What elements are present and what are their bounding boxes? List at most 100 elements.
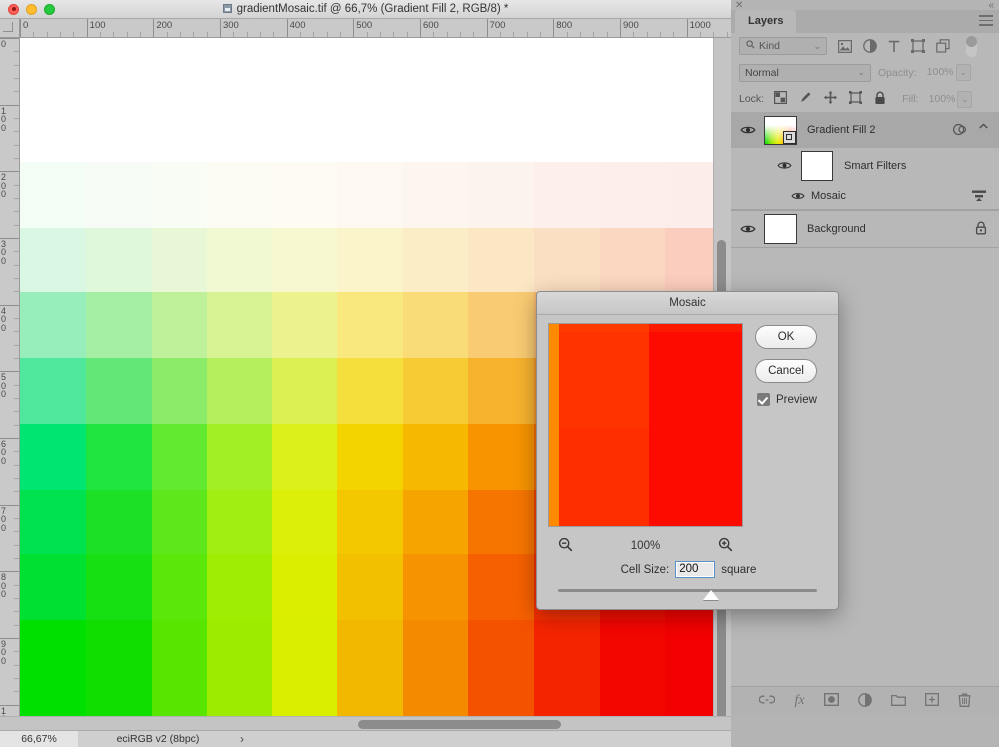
layer-name[interactable]: Background (807, 223, 866, 235)
fill-value[interactable]: 100% (922, 91, 955, 108)
opacity-value[interactable]: 100% (921, 64, 954, 81)
mosaic-cell (20, 358, 86, 424)
mosaic-cell (272, 292, 337, 358)
chevron-down-icon[interactable]: ⌄ (857, 67, 865, 78)
type-filter-icon[interactable] (888, 40, 900, 53)
mosaic-cell (272, 162, 337, 228)
ruler-label: 500 (356, 21, 372, 31)
zoom-window-button[interactable] (44, 4, 55, 15)
preview-checkbox-row[interactable]: Preview (757, 393, 817, 406)
lock-image-pixels-icon[interactable] (799, 91, 812, 107)
preview-checkbox[interactable] (757, 393, 770, 406)
mosaic-cell (20, 620, 86, 730)
mosaic-cell (468, 292, 534, 358)
eye-icon[interactable] (740, 122, 756, 138)
mosaic-cell (20, 38, 86, 162)
link-layers-icon[interactable] (759, 694, 775, 709)
document-titlebar: gradientMosaic.tif @ 66,7% (Gradient Fil… (0, 0, 731, 19)
layer-name[interactable]: Gradient Fill 2 (807, 124, 875, 136)
zoom-out-icon[interactable] (558, 537, 573, 555)
slider-knob[interactable] (703, 590, 719, 600)
filter-mask-icon[interactable] (953, 123, 967, 139)
cell-size-slider[interactable] (558, 586, 817, 600)
vertical-ruler[interactable]: 0100200300400500600700800900100011001200… (0, 38, 20, 730)
mosaic-cell (207, 554, 272, 620)
lock-all-icon[interactable] (874, 91, 886, 108)
zoom-in-icon[interactable] (718, 537, 733, 555)
new-group-icon[interactable] (891, 694, 906, 709)
layer-row-background[interactable]: Background (731, 210, 999, 248)
lock-icons (774, 91, 886, 108)
mosaic-cell (468, 424, 534, 490)
mosaic-cell (600, 162, 665, 228)
mosaic-cell (20, 292, 86, 358)
new-layer-icon[interactable] (925, 693, 939, 709)
layer-row-smart-filters[interactable]: Smart Filters (731, 148, 999, 184)
mosaic-cell (207, 292, 272, 358)
zoom-level-field[interactable]: 66,67% (0, 731, 78, 747)
filter-enable-toggle[interactable] (966, 36, 977, 57)
smartobject-filter-icon[interactable] (936, 39, 950, 53)
mosaic-cell (86, 358, 152, 424)
mosaic-cell (665, 38, 717, 162)
document-file-icon (223, 4, 232, 13)
filter-blending-options-icon[interactable] (971, 189, 987, 207)
ruler-tick (487, 19, 488, 38)
lock-transparent-pixels-icon[interactable] (774, 91, 787, 107)
opacity-chevron-down-icon[interactable]: ⌄ (956, 64, 971, 81)
blend-mode-select[interactable]: Normal ⌄ (739, 64, 871, 82)
horizontal-scrollbar-thumb[interactable] (358, 720, 561, 729)
mosaic-cell (534, 620, 600, 730)
lock-icon[interactable] (975, 221, 987, 238)
eye-icon[interactable] (777, 158, 793, 174)
cancel-button[interactable]: Cancel (755, 359, 817, 383)
eye-icon[interactable] (740, 221, 756, 237)
ruler-corner[interactable] (0, 19, 20, 38)
fill-chevron-down-icon[interactable]: ⌄ (957, 91, 972, 108)
layer-thumbnail-gradient[interactable] (764, 116, 797, 145)
mosaic-cell (207, 228, 272, 292)
layer-name[interactable]: Smart Filters (844, 160, 906, 172)
mosaic-cell (86, 424, 152, 490)
ok-button[interactable]: OK (755, 325, 817, 349)
mosaic-cell (152, 292, 207, 358)
new-adjustment-layer-icon[interactable] (858, 693, 872, 710)
mosaic-cell (468, 490, 534, 554)
close-window-button[interactable] (8, 4, 19, 15)
adjustment-filter-icon[interactable] (863, 39, 877, 53)
lock-position-icon[interactable] (824, 91, 837, 107)
shape-filter-icon[interactable] (911, 39, 925, 53)
mosaic-cell (337, 228, 403, 292)
minimize-window-button[interactable] (26, 4, 37, 15)
layer-row-mosaic-filter[interactable]: Mosaic (731, 184, 999, 210)
layer-name[interactable]: Mosaic (811, 190, 846, 202)
panel-menu-icon[interactable] (979, 15, 993, 27)
lock-artboard-icon[interactable] (849, 91, 862, 107)
collapse-chevron-icon[interactable] (978, 121, 989, 135)
tab-layers[interactable]: Layers (735, 10, 796, 33)
delete-layer-icon[interactable] (958, 693, 971, 710)
eye-icon[interactable] (791, 189, 807, 205)
dialog-preview-image[interactable] (548, 323, 743, 527)
mosaic-cell (207, 162, 272, 228)
add-layer-mask-icon[interactable] (824, 693, 839, 709)
cell-size-input[interactable]: 200 (675, 561, 715, 578)
panel-tab-row: Layers (731, 10, 999, 33)
ruler-label: 700 (490, 21, 506, 31)
smart-filters-mask-thumbnail[interactable] (801, 151, 833, 181)
filter-kind-select[interactable]: Kind ⌄ (739, 37, 827, 55)
slider-track[interactable] (558, 589, 817, 592)
ruler-label: 700 (1, 507, 12, 533)
status-expand-arrow[interactable]: › (240, 732, 244, 746)
layer-row-gradient-fill-2[interactable]: Gradient Fill 2 (731, 112, 999, 148)
horizontal-ruler[interactable]: 0100200300400500600700800900100011001200… (20, 19, 731, 38)
canvas-horizontal-scrollbar[interactable] (0, 716, 731, 730)
preview-zoom-level: 100% (631, 540, 660, 552)
mosaic-cell (272, 490, 337, 554)
layer-thumbnail-background[interactable] (764, 214, 797, 244)
chevron-down-icon[interactable]: ⌄ (813, 41, 821, 52)
mosaic-dialog[interactable]: Mosaic 100% OK Cancel Preview Cell Size:… (536, 291, 839, 610)
image-filter-icon[interactable] (838, 40, 852, 53)
layer-style-fx-icon[interactable]: fx (794, 693, 804, 709)
mosaic-cell (86, 292, 152, 358)
